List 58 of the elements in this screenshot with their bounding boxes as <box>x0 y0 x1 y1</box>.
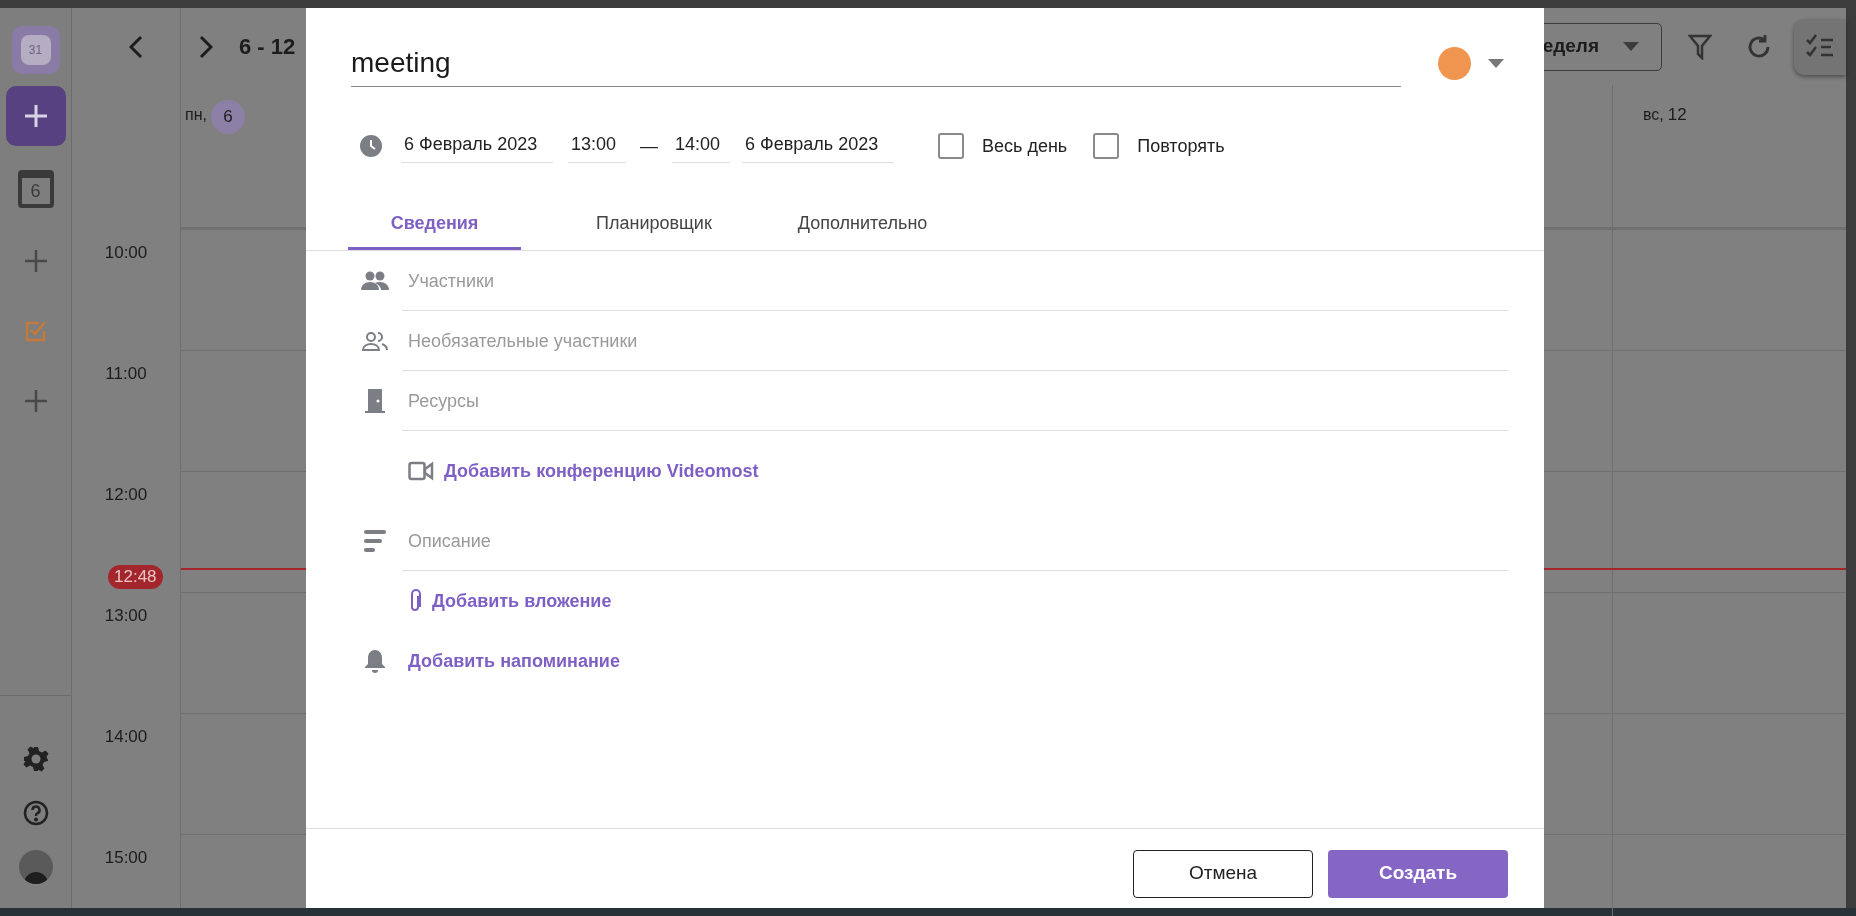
checkbox[interactable] <box>938 133 964 159</box>
bell-icon <box>364 649 386 673</box>
create-button[interactable]: Создать <box>1328 849 1508 898</box>
current-time-badge: 12:48 <box>108 564 163 589</box>
action-link[interactable]: Добавить напоминание <box>408 647 620 675</box>
clock-icon <box>360 135 382 157</box>
hour-label: 10:00 <box>104 242 148 262</box>
action-link[interactable]: Добавить вложение <box>432 587 612 615</box>
filter-icon[interactable] <box>1688 33 1712 60</box>
calendar-icon[interactable]: 6 <box>17 170 54 208</box>
calendar-day-number: 6 <box>30 182 41 200</box>
start-date-field[interactable]: 6 Февраль 2023 <box>401 129 553 163</box>
hour-label: 11:00 <box>105 363 147 383</box>
help-icon[interactable] <box>22 800 49 826</box>
checkbox-icon[interactable] <box>24 320 47 342</box>
end-date-field[interactable]: 6 Февраль 2023 <box>742 129 894 163</box>
tab[interactable]: Планировщик <box>556 200 752 250</box>
avatar[interactable] <box>18 850 53 884</box>
plus-icon <box>23 104 48 128</box>
checkbox-label: Повторять <box>1137 134 1225 158</box>
caret-icon[interactable] <box>1488 58 1504 68</box>
people-icon <box>361 271 389 291</box>
start-time-field[interactable]: 13:00 <box>568 129 626 163</box>
create-button[interactable] <box>5 86 66 146</box>
video-camera-icon <box>408 461 434 481</box>
time-range-dash: — <box>640 134 658 158</box>
end-time-field[interactable]: 14:00 <box>672 129 730 163</box>
checkbox-label: Весь день <box>982 134 1068 158</box>
caret-icon <box>1623 42 1639 51</box>
hour-label: 14:00 <box>104 726 148 746</box>
tab[interactable]: Сведения <box>348 200 521 250</box>
date-range-title: 6 - 12 <box>239 33 296 61</box>
logo-text: 31 <box>20 35 51 65</box>
checkbox[interactable] <box>1093 133 1120 159</box>
hour-label: 13:00 <box>104 605 148 625</box>
plus-icon[interactable] <box>24 390 47 412</box>
text-field[interactable]: Описание <box>402 511 1508 571</box>
action-link[interactable]: Добавить конференцию Videomost <box>444 457 759 485</box>
text-field[interactable]: Ресурсы <box>402 371 1508 431</box>
day-number[interactable]: 12 <box>1667 100 1687 130</box>
day-number[interactable]: 6 <box>210 100 245 134</box>
title-field[interactable]: meeting <box>351 39 1401 87</box>
weekday-label: пн, <box>185 105 207 125</box>
hour-label: 15:00 <box>104 847 148 867</box>
task-list-button[interactable] <box>1794 18 1846 75</box>
description-lines-icon <box>364 529 386 553</box>
plus-icon[interactable] <box>24 250 47 272</box>
tab[interactable]: Дополнительно <box>757 200 968 250</box>
paperclip-icon <box>408 589 422 613</box>
text-field[interactable]: Необязательные участники <box>402 311 1508 371</box>
door-icon <box>365 389 385 413</box>
people-outline-icon <box>362 331 388 351</box>
text-field[interactable]: Участники <box>402 251 1508 311</box>
cancel-button[interactable]: Отмена <box>1133 849 1313 898</box>
refresh-icon[interactable] <box>1746 33 1772 60</box>
weekday-label: вс, <box>1643 105 1664 125</box>
settings-icon[interactable] <box>22 746 49 772</box>
hour-label: 12:00 <box>104 484 148 504</box>
